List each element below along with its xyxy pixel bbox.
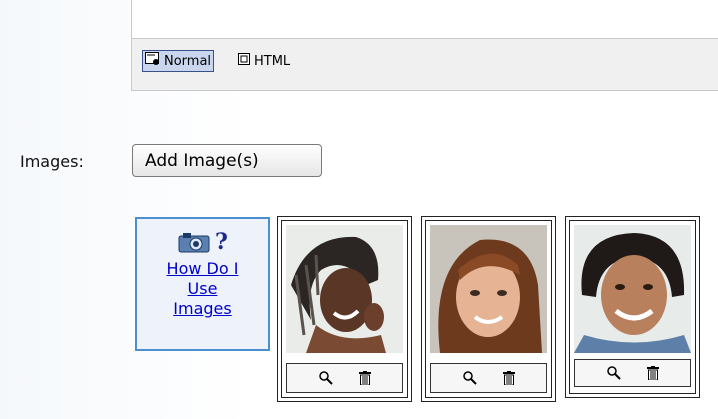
trash-icon[interactable] xyxy=(502,371,515,385)
normal-mode-button[interactable]: Normal xyxy=(142,50,215,72)
image-thumbnail-1[interactable] xyxy=(286,225,403,353)
help-link-line-1: How Do I xyxy=(166,259,239,278)
normal-mode-label: Normal xyxy=(164,53,212,69)
image-card xyxy=(421,216,556,402)
image-actions xyxy=(430,363,547,393)
image-actions xyxy=(574,359,691,387)
help-link-line-2: Use xyxy=(187,279,218,298)
editor-mode-bar: Normal HTML xyxy=(132,39,718,90)
rich-text-editor: Normal HTML xyxy=(131,0,718,91)
html-mode-icon xyxy=(238,52,251,70)
images-help-box: ? How Do I Use Images xyxy=(135,217,270,351)
editor-text-area[interactable] xyxy=(132,0,718,39)
help-link-line-3: Images xyxy=(173,299,232,318)
zoom-icon[interactable] xyxy=(606,366,621,380)
trash-icon[interactable] xyxy=(646,366,659,380)
zoom-icon[interactable] xyxy=(462,371,477,385)
camera-question-icon: ? xyxy=(137,229,268,255)
zoom-icon[interactable] xyxy=(318,371,333,385)
add-images-button[interactable]: Add Image(s) xyxy=(132,144,322,177)
html-mode-label: HTML xyxy=(254,53,291,69)
image-thumbnail-2[interactable] xyxy=(430,225,547,353)
html-mode-button[interactable]: HTML xyxy=(236,50,292,72)
how-do-i-use-images-link[interactable]: How Do I Use Images xyxy=(137,259,268,319)
trash-icon[interactable] xyxy=(358,371,371,385)
image-actions xyxy=(286,363,403,393)
image-card xyxy=(565,216,700,398)
images-label: Images: xyxy=(20,152,84,171)
image-thumbnail-3[interactable] xyxy=(574,225,691,353)
image-card xyxy=(277,216,412,402)
normal-mode-icon xyxy=(145,52,161,70)
